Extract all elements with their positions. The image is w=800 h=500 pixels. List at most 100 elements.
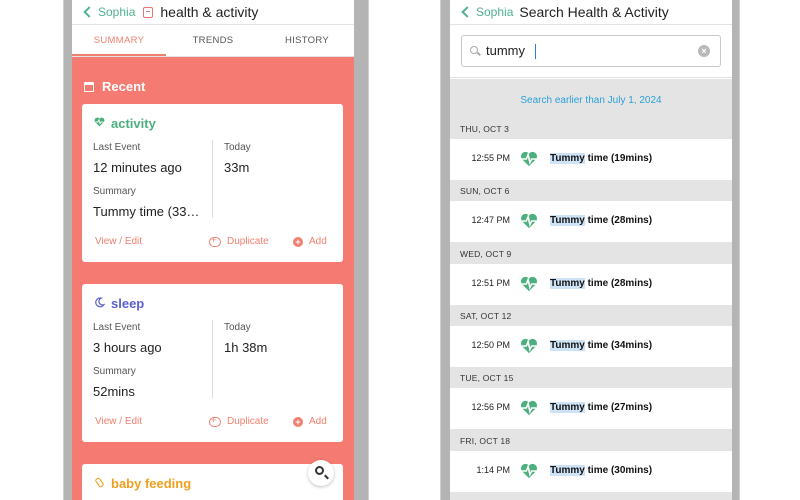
heartbeat-icon <box>520 151 538 167</box>
today-value: 1h 38m <box>224 340 268 355</box>
heartbeat-icon <box>520 338 538 354</box>
match-highlight: Tummy <box>550 464 585 476</box>
view-edit-link[interactable]: View / Edit <box>95 236 142 247</box>
duplicate-icon <box>209 235 221 247</box>
result-time: 12:47 PM <box>471 215 510 226</box>
text-caret <box>535 44 536 59</box>
duplicate-label: Duplicate <box>227 416 269 427</box>
heartbeat-icon <box>520 463 538 479</box>
result-row[interactable]: 12:47 PM Tummy time (28mins) <box>450 201 732 243</box>
result-row[interactable]: 1:14 PM Tummy time (30mins) <box>450 450 732 492</box>
summary-panel: Recent activity Last Event 12 minutes ag… <box>72 57 354 500</box>
search-box: × <box>461 35 721 67</box>
left-phone-frame: Sophia health & activity SUMMARY TRENDS … <box>63 0 369 500</box>
match-highlight: Tummy <box>550 215 585 227</box>
back-button[interactable]: Sophia <box>460 5 513 19</box>
heartbeat-icon <box>520 276 538 292</box>
search-fab-button[interactable] <box>308 460 334 486</box>
header: Sophia health & activity <box>72 0 354 25</box>
today-label: Today <box>224 322 251 333</box>
search-input[interactable] <box>486 43 686 58</box>
back-label: Sophia <box>476 5 514 19</box>
result-time: 12:56 PM <box>471 402 510 413</box>
day-header: WED, OCT 9 <box>460 248 512 259</box>
result-text: Tummy time (19mins) <box>550 153 652 164</box>
add-button[interactable]: + Add <box>293 236 327 247</box>
today-value: 33m <box>224 160 250 175</box>
health-activity-screen: Sophia health & activity SUMMARY TRENDS … <box>72 0 354 500</box>
result-row[interactable]: 12:51 PM Tummy time (28mins) <box>450 263 732 305</box>
result-rest: time (28mins) <box>584 277 653 289</box>
day-header: TUE, OCT 15 <box>460 373 514 384</box>
search-icon <box>470 46 478 54</box>
summary-value: 52mins <box>93 384 135 399</box>
result-time: 12:51 PM <box>471 277 510 288</box>
last-event-value: 12 minutes ago <box>93 160 182 175</box>
last-event-label: Last Event <box>93 322 141 333</box>
duplicate-button[interactable]: Duplicate <box>209 235 269 247</box>
card-title-text: activity <box>111 116 156 131</box>
sleep-card: sleep Last Event 3 hours ago Today 1h 38… <box>82 284 343 442</box>
heartbeat-icon <box>520 213 538 229</box>
match-highlight: Tummy <box>550 339 585 351</box>
tab-bar: SUMMARY TRENDS HISTORY <box>72 25 354 57</box>
divider <box>212 320 213 398</box>
result-rest: time (19mins) <box>584 153 653 164</box>
tab-trends[interactable]: TRENDS <box>166 25 260 56</box>
result-rest: time (34mins) <box>584 339 653 351</box>
tab-summary[interactable]: SUMMARY <box>72 25 166 56</box>
card-title-activity: activity <box>94 116 156 131</box>
result-row[interactable]: 12:55 PM Tummy time (19mins) <box>450 139 732 180</box>
moon-icon <box>94 296 106 311</box>
header: Sophia Search Health & Activity <box>450 0 732 25</box>
calendar-icon <box>84 81 94 92</box>
card-title-sleep: sleep <box>94 296 144 311</box>
plus-icon: + <box>293 236 303 247</box>
summary-value: Tummy time (33… <box>93 204 200 219</box>
result-text: Tummy time (34mins) <box>550 339 653 351</box>
chevron-left-icon <box>461 6 473 18</box>
baby-feeding-card: baby feeding <box>82 464 343 500</box>
result-rest: time (27mins) <box>584 402 653 414</box>
result-time: 1:14 PM <box>476 464 510 475</box>
duplicate-button[interactable]: Duplicate <box>209 415 269 427</box>
view-edit-link[interactable]: View / Edit <box>95 416 142 427</box>
tab-history[interactable]: HISTORY <box>260 25 354 56</box>
bottle-icon <box>94 477 105 491</box>
back-label: Sophia <box>98 5 136 19</box>
duplicate-icon <box>209 415 221 427</box>
match-highlight: Tummy <box>550 153 585 164</box>
day-header: FRI, OCT 18 <box>460 435 511 446</box>
result-time: 12:55 PM <box>471 153 510 163</box>
heartbeat-icon <box>94 117 105 130</box>
right-phone-frame: Sophia Search Health & Activity × Search… <box>440 0 740 500</box>
calendar-icon <box>143 6 154 18</box>
result-text: Tummy time (28mins) <box>550 215 653 227</box>
chevron-left-icon <box>83 6 95 18</box>
add-label: Add <box>309 416 327 427</box>
add-button[interactable]: + Add <box>293 416 327 427</box>
result-rest: time (28mins) <box>584 215 653 227</box>
results-list: Search earlier than July 1, 2024 THU, OC… <box>450 79 732 500</box>
divider <box>212 140 213 218</box>
result-text: Tummy time (28mins) <box>550 277 653 289</box>
result-rest: time (30mins) <box>584 464 653 476</box>
result-row[interactable]: 12:56 PM Tummy time (27mins) <box>450 388 732 430</box>
match-highlight: Tummy <box>550 402 585 414</box>
result-text: Tummy time (27mins) <box>550 402 653 414</box>
result-text: Tummy time (30mins) <box>550 464 653 476</box>
recent-label: Recent <box>102 79 146 94</box>
card-title-text: sleep <box>111 296 145 311</box>
page-title: health & activity <box>160 4 259 20</box>
clear-icon[interactable]: × <box>698 45 710 57</box>
search-earlier-link[interactable]: Search earlier than July 1, 2024 <box>450 95 732 106</box>
day-header: SAT, OCT 12 <box>460 310 512 321</box>
result-row[interactable]: 12:50 PM Tummy time (34mins) <box>450 325 732 367</box>
last-event-label: Last Event <box>93 142 141 153</box>
add-label: Add <box>309 236 327 247</box>
back-button[interactable]: Sophia <box>82 5 135 19</box>
search-bar: × <box>450 25 732 78</box>
search-icon <box>315 466 324 475</box>
today-label: Today <box>224 142 251 153</box>
plus-icon: + <box>293 416 303 427</box>
